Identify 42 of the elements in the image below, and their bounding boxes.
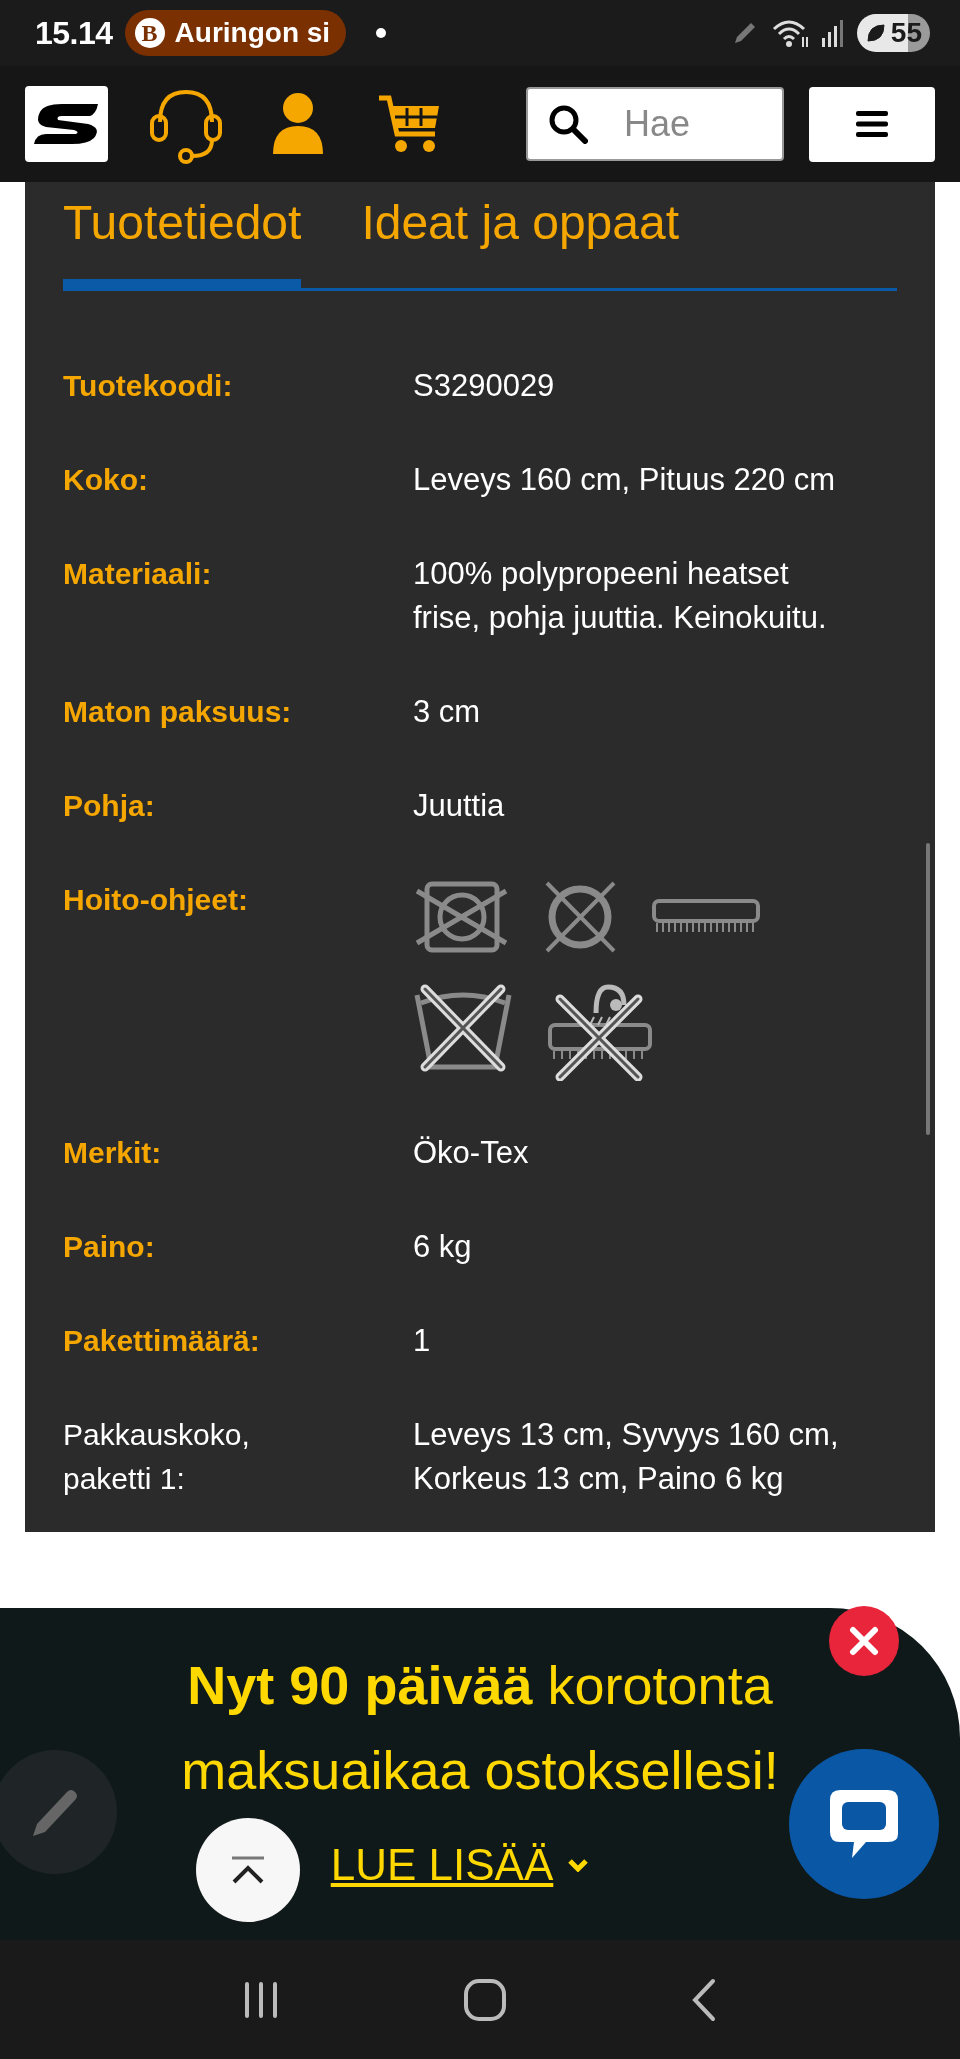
tumble-dry-crossed-icon — [413, 881, 510, 953]
search-field[interactable]: Hae — [526, 87, 784, 161]
detail-label: Materiaali: — [63, 556, 213, 592]
detail-label: Merkit: — [63, 1135, 163, 1171]
battery-indicator: 55 — [856, 14, 930, 52]
clock-time: 15.14 — [35, 14, 113, 52]
detail-value: 6 kg — [413, 1228, 473, 1266]
detail-label: Maton paksuus: — [63, 694, 293, 730]
wash-tub-crossed-icon — [413, 983, 513, 1073]
detail-label: Hoito-ohjeet: — [63, 882, 249, 918]
logo[interactable] — [25, 86, 108, 162]
detail-value: 100% polypropeeni heatset frise, pohja juuttia. Keinokuitu. — [413, 555, 828, 637]
promo-headline: Nyt 90 päivää korotonta maksuaikaa ostoksellesi! — [180, 1654, 780, 1802]
detail-label: Pakkauskoko, paketti 1: — [63, 1417, 251, 1497]
chevron-down-icon — [567, 1858, 590, 1872]
menu-icon — [856, 111, 888, 137]
circle-crossed-icon — [543, 881, 618, 953]
user-icon[interactable] — [271, 92, 325, 156]
detail-value: Öko-Tex — [413, 1134, 530, 1172]
tab[interactable]: Ideat ja oppaat — [361, 194, 679, 291]
notification-pill[interactable]: B Auringon si — [124, 10, 347, 56]
app-icon: B — [134, 18, 165, 48]
detail-label: Pohja: — [63, 788, 156, 824]
detail-value: Leveys 13 cm, Syvyys 160 cm, Korkeus 13 cm, Paino 6 kg — [413, 1416, 840, 1498]
detail-value: Juuttia — [413, 787, 506, 825]
wifi-icon — [770, 17, 809, 49]
read-more-link[interactable]: LUE LISÄÄ — [330, 1840, 554, 1890]
notification-dot-icon — [376, 28, 387, 38]
signal-icon — [820, 18, 845, 48]
tab[interactable]: Tuotetiedot — [63, 194, 302, 291]
detail-value: Leveys 160 cm, Pituus 220 cm — [413, 461, 837, 499]
menu-button[interactable] — [809, 86, 935, 162]
detail-label: Pakettimäärä: — [63, 1323, 261, 1359]
detail-value: S3290029 — [413, 367, 556, 405]
close-icon — [849, 1626, 879, 1656]
detail-label: Paino: — [63, 1229, 156, 1265]
home-icon[interactable] — [463, 1977, 507, 2022]
leaf-icon — [864, 22, 887, 44]
detail-value: 3 cm — [413, 693, 482, 731]
detail-label: Tuotekoodi: — [63, 368, 234, 404]
detail-label: Koko: — [63, 462, 149, 498]
detail-value: 1 — [413, 1322, 432, 1360]
